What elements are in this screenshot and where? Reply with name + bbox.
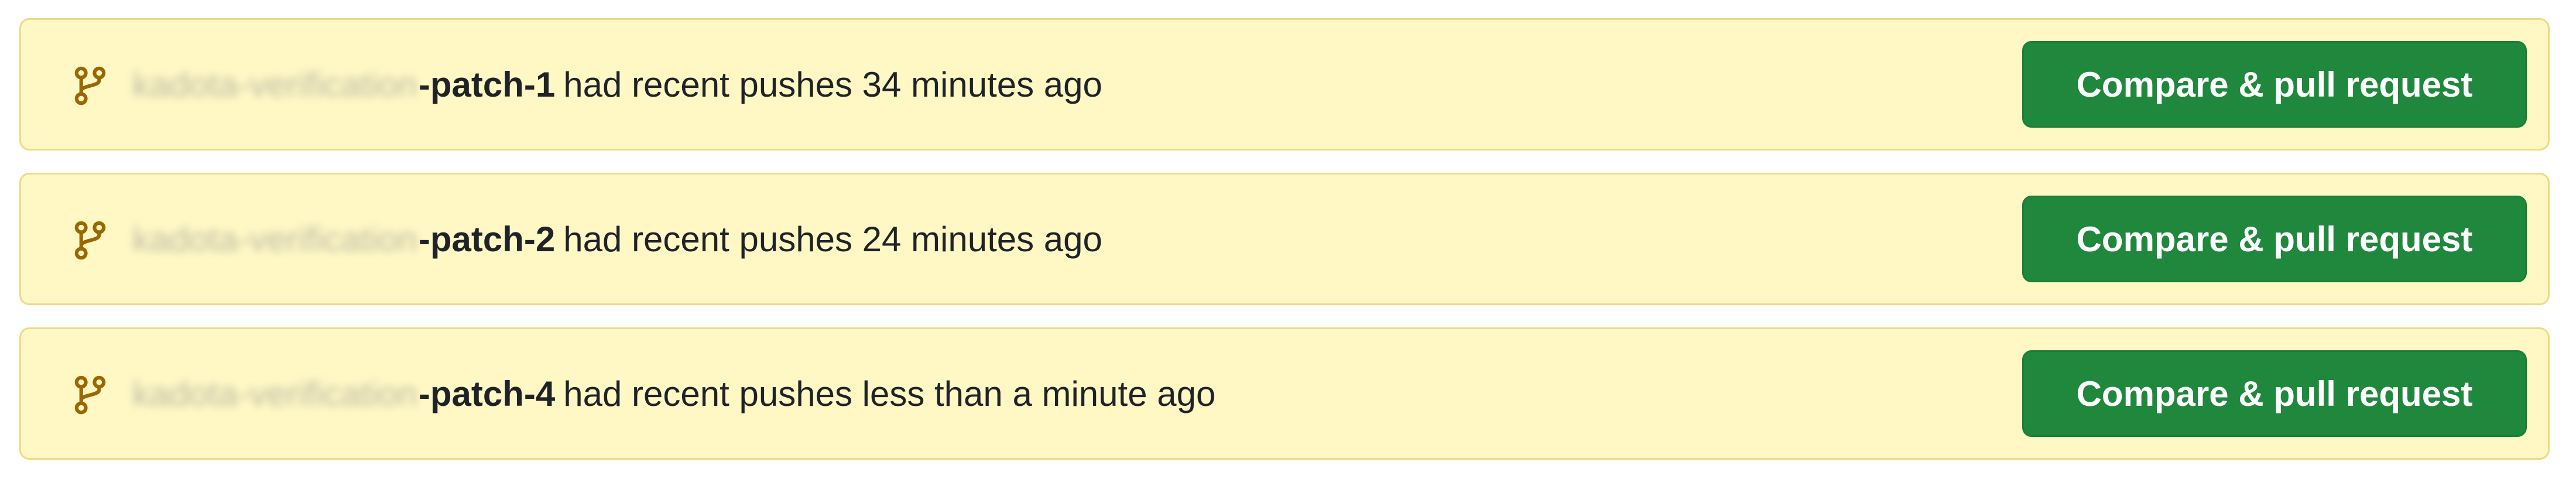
push-message: kadota-verification -patch-4 had recent … xyxy=(132,329,1215,458)
push-time-text: had recent pushes 24 minutes ago xyxy=(563,219,1102,259)
git-branch-icon xyxy=(74,221,106,260)
push-message: kadota-verification -patch-1 had recent … xyxy=(132,20,1102,149)
compare-pull-request-button[interactable]: Compare & pull request xyxy=(2022,196,2527,282)
branch-name[interactable]: -patch-1 xyxy=(419,64,555,105)
git-branch-icon xyxy=(74,66,106,105)
compare-pull-request-button[interactable]: Compare & pull request xyxy=(2022,41,2527,128)
git-branch-icon xyxy=(74,375,106,415)
branch-name[interactable]: -patch-4 xyxy=(419,374,555,414)
recent-pushes-banner-list: kadota-verification -patch-1 had recent … xyxy=(19,18,2550,482)
recent-push-banner: kadota-verification -patch-4 had recent … xyxy=(19,327,2550,460)
branch-owner-redacted: kadota-verification xyxy=(132,64,417,104)
push-message: kadota-verification -patch-2 had recent … xyxy=(132,175,1102,303)
branch-name[interactable]: -patch-2 xyxy=(419,219,555,259)
push-time-text: had recent pushes less than a minute ago xyxy=(563,374,1216,413)
branch-owner-redacted: kadota-verification xyxy=(132,219,417,259)
recent-push-banner: kadota-verification -patch-1 had recent … xyxy=(19,18,2550,151)
compare-pull-request-button[interactable]: Compare & pull request xyxy=(2022,350,2527,437)
branch-owner-redacted: kadota-verification xyxy=(132,374,417,413)
recent-push-banner: kadota-verification -patch-2 had recent … xyxy=(19,173,2550,305)
push-time-text: had recent pushes 34 minutes ago xyxy=(563,64,1102,104)
